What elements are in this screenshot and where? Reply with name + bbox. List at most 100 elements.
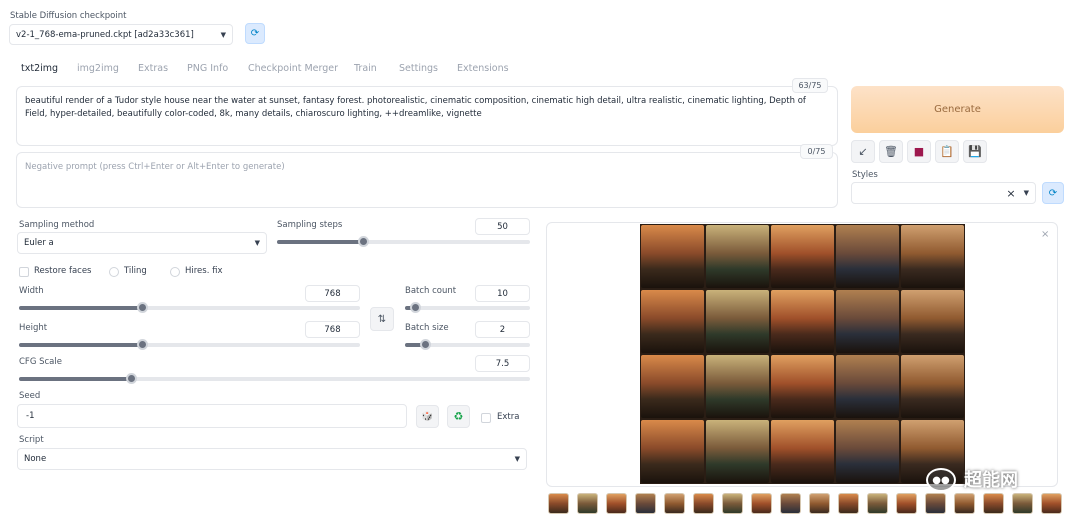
random-seed-button[interactable]: 🎲 <box>416 405 439 428</box>
save-style-button[interactable]: 💾 <box>963 140 987 163</box>
negative-prompt-textarea[interactable]: Negative prompt (press Ctrl+Enter or Alt… <box>16 152 838 208</box>
cfg-scale-slider[interactable] <box>19 373 530 384</box>
generated-image-tile[interactable] <box>641 225 704 288</box>
tiling-checkbox[interactable] <box>109 267 119 277</box>
gallery-thumbnail[interactable] <box>577 493 598 514</box>
checkpoint-label: Stable Diffusion checkpoint <box>10 11 127 21</box>
refresh-styles-button[interactable]: ⟳ <box>1042 182 1064 204</box>
tab-settings[interactable]: Settings <box>399 63 438 74</box>
tab-png-info[interactable]: PNG Info <box>187 63 228 74</box>
height-input[interactable]: 768 <box>305 321 360 338</box>
generated-image-tile[interactable] <box>706 355 769 418</box>
batch-size-slider[interactable] <box>405 339 530 350</box>
swap-dimensions-button[interactable]: ⇅ <box>370 307 394 331</box>
tab-train[interactable]: Train <box>354 63 377 74</box>
generated-image-tile[interactable] <box>771 225 834 288</box>
gallery-thumbnail[interactable] <box>664 493 685 514</box>
width-slider[interactable] <box>19 302 360 313</box>
cfg-scale-label: CFG Scale <box>19 357 62 367</box>
refresh-checkpoint-button[interactable]: ⟳ <box>245 23 265 44</box>
reuse-seed-button[interactable]: ♻ <box>447 405 470 428</box>
generated-image-tile[interactable] <box>836 420 899 483</box>
gallery-thumbnail[interactable] <box>1041 493 1062 514</box>
gallery-thumbnail[interactable] <box>867 493 888 514</box>
slider-thumb[interactable] <box>137 302 148 313</box>
close-icon[interactable]: × <box>1041 229 1049 240</box>
generated-image-tile[interactable] <box>771 420 834 483</box>
tab-txt2img[interactable]: txt2img <box>21 63 58 74</box>
tab-extras[interactable]: Extras <box>138 63 168 74</box>
slider-thumb[interactable] <box>420 339 431 350</box>
slider-thumb[interactable] <box>358 236 369 247</box>
sampling-method-dropdown[interactable]: Euler a ▼ <box>17 232 267 254</box>
generated-image-tile[interactable] <box>901 355 964 418</box>
gallery-thumbnail[interactable] <box>548 493 569 514</box>
gallery-thumbnail[interactable] <box>925 493 946 514</box>
clear-prompt-button[interactable]: 🗑 <box>879 140 903 163</box>
sampling-steps-slider[interactable] <box>277 236 530 247</box>
image-grid[interactable] <box>640 224 965 484</box>
generated-image-tile[interactable] <box>641 420 704 483</box>
negative-token-counter: 0/75 <box>800 144 833 159</box>
wechat-icon: ●● <box>926 468 956 492</box>
restore-faces-checkbox[interactable] <box>19 267 29 277</box>
gallery-thumbnail[interactable] <box>780 493 801 514</box>
cfg-scale-input[interactable]: 7.5 <box>475 355 530 372</box>
tab-checkpoint-merger[interactable]: Checkpoint Merger <box>248 63 338 74</box>
generated-image-tile[interactable] <box>641 355 704 418</box>
generated-image-tile[interactable] <box>836 225 899 288</box>
apply-style-button[interactable]: 📋 <box>935 140 959 163</box>
generated-image-tile[interactable] <box>706 290 769 353</box>
generated-image-tile[interactable] <box>836 355 899 418</box>
gallery-thumbnail[interactable] <box>722 493 743 514</box>
tab-img2img[interactable]: img2img <box>77 63 119 74</box>
prompt-textarea[interactable]: beautiful render of a Tudor style house … <box>16 86 838 146</box>
script-dropdown[interactable]: None ▼ <box>17 448 527 470</box>
gallery-thumbnail[interactable] <box>751 493 772 514</box>
slider-thumb[interactable] <box>410 302 421 313</box>
generated-image-tile[interactable] <box>706 225 769 288</box>
gallery-thumbnail[interactable] <box>606 493 627 514</box>
read-params-button[interactable]: ↙ <box>851 140 875 163</box>
generated-image-tile[interactable] <box>836 290 899 353</box>
watermark-text: 超能网 <box>964 470 1018 491</box>
tiling-label: Tiling <box>124 266 147 276</box>
width-input[interactable]: 768 <box>305 285 360 302</box>
sampling-method-label: Sampling method <box>19 220 95 230</box>
seed-input[interactable]: -1 <box>17 404 407 428</box>
gallery-thumbnail[interactable] <box>1012 493 1033 514</box>
gallery-thumbnail[interactable] <box>983 493 1004 514</box>
height-slider[interactable] <box>19 339 360 350</box>
batch-count-input[interactable]: 10 <box>475 285 530 302</box>
sampling-steps-input[interactable]: 50 <box>475 218 530 235</box>
slider-thumb[interactable] <box>137 339 148 350</box>
height-label: Height <box>19 323 48 333</box>
tab-extensions[interactable]: Extensions <box>457 63 509 74</box>
gallery-thumbnail[interactable] <box>809 493 830 514</box>
extra-networks-button[interactable]: ■ <box>907 140 931 163</box>
hires-fix-checkbox[interactable] <box>170 267 180 277</box>
seed-label: Seed <box>19 391 41 401</box>
generated-image-tile[interactable] <box>641 290 704 353</box>
styles-dropdown[interactable]: × ▼ <box>851 182 1036 204</box>
generated-image-tile[interactable] <box>706 420 769 483</box>
gallery-thumbnail[interactable] <box>635 493 656 514</box>
generated-image-tile[interactable] <box>771 290 834 353</box>
clear-styles-icon[interactable]: × <box>1006 187 1015 200</box>
generated-image-tile[interactable] <box>901 290 964 353</box>
tab-bar: txt2img img2img Extras PNG Info Checkpoi… <box>0 60 840 80</box>
slider-thumb[interactable] <box>126 373 137 384</box>
generated-image-tile[interactable] <box>771 355 834 418</box>
gallery-thumbnail[interactable] <box>693 493 714 514</box>
gallery-thumbnail[interactable] <box>838 493 859 514</box>
batch-size-input[interactable]: 2 <box>475 321 530 338</box>
generate-button[interactable]: Generate <box>851 86 1064 133</box>
generated-image-tile[interactable] <box>901 225 964 288</box>
batch-count-slider[interactable] <box>405 302 530 313</box>
extra-seed-checkbox[interactable] <box>481 413 491 423</box>
gallery-thumbnail[interactable] <box>954 493 975 514</box>
script-value: None <box>24 454 47 464</box>
checkpoint-dropdown[interactable]: v2-1_768-ema-pruned.ckpt [ad2a33c361] ▼ <box>9 24 233 45</box>
gallery-thumbnail[interactable] <box>896 493 917 514</box>
swap-arrows-icon: ⇅ <box>377 313 387 325</box>
